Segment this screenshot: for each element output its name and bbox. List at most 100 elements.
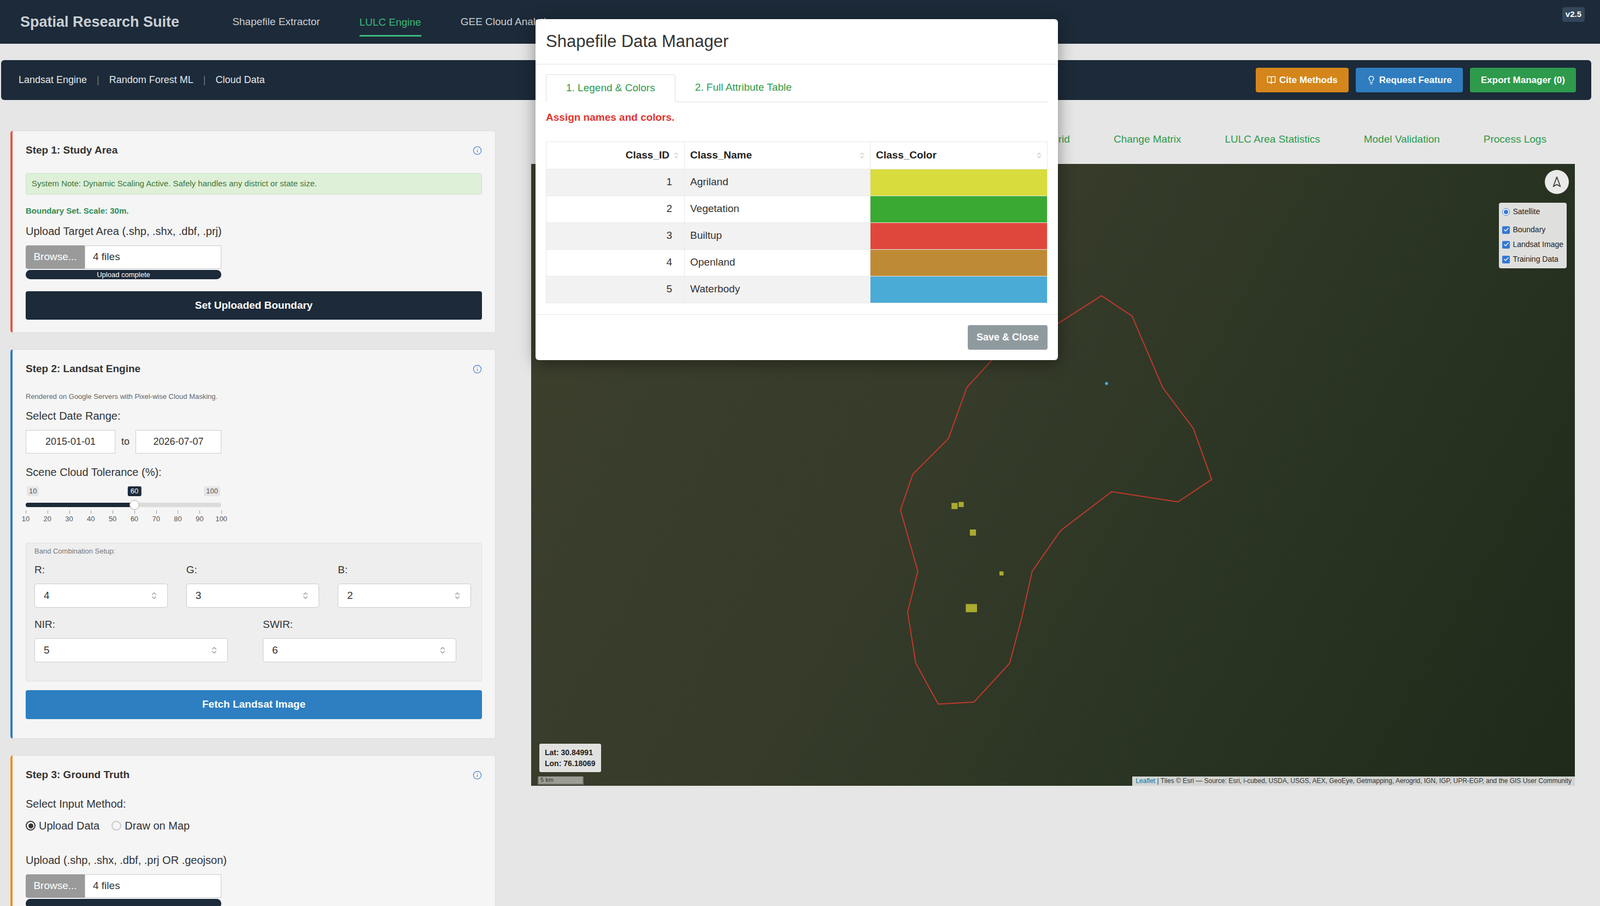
fetch-landsat-button[interactable]: Fetch Landsat Image (25, 690, 482, 720)
modal-footer: Save & Close (535, 314, 1058, 361)
slider-tick: 30 (65, 514, 73, 524)
training-point (1104, 381, 1109, 386)
table-row[interactable]: 5Waterbody (546, 275, 1047, 303)
method-label: Select Input Method: (25, 797, 482, 811)
sub-nav-item[interactable]: Cloud Data (215, 72, 266, 88)
table-row[interactable]: 4Openland (546, 249, 1047, 276)
system-note: System Note: Dynamic Scaling Active. Saf… (25, 173, 482, 195)
map-tab[interactable]: Model Validation (1363, 131, 1440, 148)
modal-tabs: 1. Legend & Colors2. Full Attribute Tabl… (545, 74, 1048, 103)
modal-tab[interactable]: 2. Full Attribute Table (675, 73, 812, 102)
action-button[interactable]: Export Manager (0) (1469, 67, 1576, 93)
map-tab[interactable]: LULC Area Statistics (1224, 131, 1320, 148)
slider-handle[interactable] (129, 500, 140, 510)
nav-item[interactable]: LULC Engine (359, 0, 422, 44)
scale-bar: 5 km (537, 776, 584, 785)
slider-tick: 50 (108, 514, 117, 524)
version-badge: v2.5 (1562, 7, 1585, 22)
sidebar: Step 1: Study Area System Note: Dynamic S… (0, 115, 515, 906)
band-input[interactable]: 6 (262, 638, 457, 663)
color-swatch[interactable] (869, 276, 1047, 303)
spinner-icon[interactable] (453, 591, 462, 600)
color-swatch[interactable] (869, 196, 1047, 223)
band-field: NIR:5 (34, 617, 228, 663)
set-boundary-button[interactable]: Set Uploaded Boundary (25, 291, 482, 320)
column-header[interactable]: Class_ID (546, 142, 685, 169)
spinner-icon[interactable] (438, 645, 447, 655)
boundary-status: Boundary Set. Scale: 30m. (25, 205, 482, 217)
column-header[interactable]: Class_Name (684, 142, 870, 169)
date-to[interactable]: 2026-07-07 (135, 430, 222, 454)
map-tab[interactable]: Process Logs (1483, 131, 1547, 148)
slider-label: Scene Cloud Tolerance (%): (25, 465, 482, 479)
landsat-card: Step 2: Landsat EngineRendered on Google… (10, 349, 496, 739)
card-title: Step 3: Ground Truth (25, 767, 482, 782)
layer-item[interactable]: Landsat Image (1502, 238, 1564, 251)
spinner-icon[interactable] (149, 591, 159, 600)
method-radio[interactable]: Draw on Map (111, 817, 190, 834)
save-close-button[interactable]: Save & Close (967, 325, 1048, 350)
modal-tab[interactable]: 1. Legend & Colors (545, 74, 676, 103)
method-radios: Upload Data Draw on Map (25, 817, 482, 834)
table-row[interactable]: 2Vegetation (546, 195, 1047, 223)
layer-item[interactable]: Training Data (1502, 253, 1564, 266)
file-field[interactable]: 4 files (84, 874, 222, 898)
slider-tick: 80 (173, 514, 182, 524)
column-header[interactable]: Class_Color (869, 142, 1047, 169)
table-row[interactable]: 3Builtup (546, 222, 1047, 250)
app-title: Spatial Research Suite (20, 10, 180, 34)
slider-tick: 100 (215, 514, 228, 524)
band-input[interactable]: 5 (34, 638, 228, 663)
action-button[interactable]: Request Feature (1355, 67, 1463, 93)
table-row[interactable]: 1Agriland (546, 168, 1047, 196)
training-polygon (969, 529, 976, 536)
band-input[interactable]: 2 (337, 583, 472, 608)
sub-nav-item[interactable]: Random Forest ML (109, 72, 194, 88)
layer-control: Satellite Boundary Landsat Image Training D… (1498, 202, 1567, 269)
band-field: B:2 (337, 562, 472, 608)
map-tab[interactable]: Change Matrix (1113, 131, 1182, 148)
date-from[interactable]: 2015-01-01 (25, 430, 116, 454)
info-icon[interactable] (472, 145, 482, 156)
shapefile-modal: Shapefile Data Manager1. Legend & Colors… (535, 19, 1058, 361)
study-area-card: Step 1: Study Area System Note: Dynamic S… (10, 130, 496, 333)
spinner-icon[interactable] (301, 591, 310, 600)
card-title: Step 1: Study Area (25, 143, 482, 158)
band-input[interactable]: 3 (186, 583, 320, 608)
info-icon[interactable] (472, 364, 482, 374)
north-button[interactable] (1544, 169, 1569, 194)
action-button[interactable]: Cite Methods (1255, 67, 1349, 93)
color-swatch[interactable] (869, 222, 1047, 250)
band-field: SWIR:6 (262, 617, 457, 663)
color-swatch[interactable] (869, 249, 1047, 276)
color-swatch[interactable] (869, 169, 1047, 196)
upload-progress: Upload complete (25, 269, 222, 280)
method-radio[interactable]: Upload Data (25, 817, 100, 834)
sort-icon (858, 151, 866, 160)
attribution: Leaflet | Tiles © Esri — Source: Esri, i… (1132, 776, 1575, 786)
north-arrow-icon (1550, 175, 1563, 188)
slider-tick: 60 (130, 514, 139, 524)
browse-button[interactable]: Browse... (25, 874, 85, 898)
upload-progress (25, 898, 222, 906)
spinner-icon[interactable] (209, 645, 219, 655)
band-input[interactable]: 4 (34, 583, 168, 608)
leaflet-link[interactable]: Leaflet (1135, 777, 1156, 785)
layer-item[interactable]: Boundary (1502, 224, 1564, 236)
info-icon[interactable] (472, 770, 482, 780)
slider-tick: 70 (151, 514, 160, 524)
check-icon (1503, 241, 1510, 248)
file-field[interactable]: 4 files (84, 245, 222, 269)
separator: | (203, 72, 207, 88)
browse-button[interactable]: Browse... (25, 245, 85, 269)
upload-label: Upload Target Area (.shp, .shx, .dbf, .p… (25, 224, 482, 238)
app: Spatial Research Suite Shapefile Extracto… (0, 0, 1600, 906)
legend-table: Class_IDClass_NameClass_Color1Agriland2V… (545, 141, 1048, 304)
cloud-slider[interactable]: 1010060102030405060708090100 (25, 481, 222, 526)
layer-item[interactable]: Satellite (1502, 206, 1564, 218)
landsat-subtitle: Rendered on Google Servers with Pixel-wi… (25, 391, 482, 402)
training-polygon (951, 502, 958, 509)
sub-nav-item[interactable]: Landsat Engine (18, 72, 87, 88)
sort-icon (672, 151, 680, 160)
nav-item[interactable]: Shapefile Extractor (232, 0, 321, 44)
